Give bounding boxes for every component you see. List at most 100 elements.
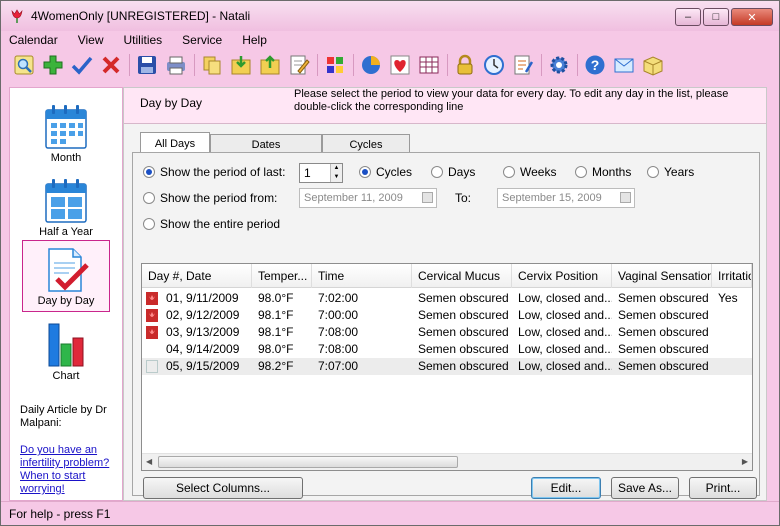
- print-button[interactable]: Print...: [689, 477, 757, 499]
- sidebar-item-label: Half a Year: [39, 226, 93, 238]
- unit-months-option[interactable]: Months: [575, 165, 631, 179]
- unit-weeks-label: Weeks: [520, 165, 557, 179]
- table-row[interactable]: 03, 9/13/2009 98.1°F 7:08:00 Semen obscu…: [142, 324, 752, 341]
- menu-calendar[interactable]: Calendar: [9, 33, 58, 47]
- delete-icon[interactable]: [100, 54, 122, 76]
- menu-utilities[interactable]: Utilities: [124, 33, 163, 47]
- tab-dates[interactable]: Dates: [210, 134, 322, 154]
- days-table[interactable]: Day #, Date Temper... Time Cervical Mucu…: [141, 263, 753, 471]
- save-as-button[interactable]: Save As...: [611, 477, 679, 499]
- table-row[interactable]: 04, 9/14/2009 98.0°F 7:08:00 Semen obscu…: [142, 341, 752, 358]
- menu-service[interactable]: Service: [182, 33, 222, 47]
- row-focus-icon: [146, 360, 158, 373]
- unit-days-option[interactable]: Days: [431, 165, 475, 179]
- unit-weeks-option[interactable]: Weeks: [503, 165, 556, 179]
- column-header-day-date[interactable]: Day #, Date: [142, 264, 252, 288]
- column-header-vaginal-sensation[interactable]: Vaginal Sensation: [612, 264, 712, 288]
- lock-icon[interactable]: [454, 54, 476, 76]
- edit-icon[interactable]: [288, 54, 310, 76]
- horizontal-scrollbar[interactable]: ◀ ▶: [142, 453, 752, 470]
- stepper-arrows[interactable]: ▲ ▼: [330, 164, 342, 182]
- search-icon[interactable]: [13, 54, 35, 76]
- to-label: To:: [455, 191, 472, 205]
- import-icon[interactable]: [230, 54, 252, 76]
- column-header-temperature[interactable]: Temper...: [252, 264, 312, 288]
- period-count-stepper[interactable]: 1 ▲ ▼: [299, 163, 343, 183]
- from-date-field[interactable]: September 11, 2009: [299, 188, 437, 208]
- navigation-sidebar: Month Half a Year Day by Day Chart Daily…: [9, 87, 123, 501]
- tab-all-days[interactable]: All Days: [140, 132, 210, 154]
- status-text: For help - press F1: [9, 506, 111, 521]
- scroll-left-icon[interactable]: ◀: [146, 457, 152, 466]
- to-date-field[interactable]: September 15, 2009: [497, 188, 635, 208]
- period-last-option[interactable]: Show the period of last:: [143, 165, 285, 179]
- cell-vaginal-sensation: Semen obscured: [618, 342, 709, 356]
- period-entire-label: Show the entire period: [160, 217, 281, 231]
- cell-vaginal-sensation: Semen obscured: [618, 325, 709, 339]
- sidebar-item-day-by-day[interactable]: Day by Day: [22, 240, 110, 312]
- period-last-radio[interactable]: [143, 166, 155, 178]
- daily-article-link[interactable]: Do you have an infertility problem? When…: [20, 444, 120, 496]
- mail-icon[interactable]: [613, 54, 635, 76]
- unit-months-radio[interactable]: [575, 166, 587, 178]
- sidebar-item-label: Month: [50, 152, 82, 164]
- check-icon[interactable]: [71, 54, 93, 76]
- heart-icon[interactable]: [389, 54, 411, 76]
- edit-button[interactable]: Edit...: [531, 477, 601, 499]
- save-icon[interactable]: [136, 54, 158, 76]
- menu-view[interactable]: View: [78, 33, 104, 47]
- export-icon[interactable]: [259, 54, 281, 76]
- cell-irritation: [712, 307, 752, 324]
- table-row-selected[interactable]: 05, 9/15/2009 98.2°F 7:07:00 Semen obscu…: [142, 358, 752, 375]
- sidebar-item-month[interactable]: Month: [22, 98, 110, 168]
- gear-icon[interactable]: [548, 54, 570, 76]
- box-icon[interactable]: [642, 54, 664, 76]
- calendar-dropdown-icon[interactable]: [422, 192, 433, 203]
- scrollbar-thumb[interactable]: [158, 456, 458, 468]
- clock-icon[interactable]: [483, 54, 505, 76]
- cell-time: 7:02:00: [318, 291, 359, 305]
- column-header-irritation[interactable]: Irritation: [712, 264, 752, 288]
- column-header-cervix-position[interactable]: Cervix Position: [512, 264, 612, 288]
- pie-chart-icon[interactable]: [360, 54, 382, 76]
- period-entire-radio[interactable]: [143, 218, 155, 230]
- notes-icon[interactable]: [512, 54, 534, 76]
- scroll-right-icon[interactable]: ▶: [742, 457, 748, 466]
- table-row[interactable]: 01, 9/11/2009 98.0°F 7:02:00 Semen obscu…: [142, 290, 752, 307]
- tab-cycles[interactable]: Cycles: [322, 134, 410, 154]
- table-row[interactable]: 02, 9/12/2009 98.1°F 7:00:00 Semen obscu…: [142, 307, 752, 324]
- unit-years-option[interactable]: Years: [647, 165, 694, 179]
- unit-cycles-option[interactable]: Cycles: [359, 165, 412, 179]
- sidebar-item-half-a-year[interactable]: Half a Year: [22, 172, 110, 242]
- print-icon[interactable]: [165, 54, 187, 76]
- color-icon[interactable]: [324, 54, 346, 76]
- help-icon[interactable]: ?: [584, 54, 606, 76]
- select-columns-button[interactable]: Select Columns...: [143, 477, 303, 499]
- unit-days-radio[interactable]: [431, 166, 443, 178]
- sidebar-item-chart[interactable]: Chart: [22, 316, 110, 386]
- unit-weeks-radio[interactable]: [503, 166, 515, 178]
- column-header-time[interactable]: Time: [312, 264, 412, 288]
- sidebar-item-label: Chart: [52, 370, 80, 382]
- cell-irritation: [712, 358, 752, 375]
- svg-text:?: ?: [591, 57, 600, 73]
- calendar-half-year-icon: [45, 179, 87, 223]
- calendar-dropdown-icon[interactable]: [620, 192, 631, 203]
- period-from-option[interactable]: Show the period from:: [143, 191, 277, 205]
- stepper-up-icon[interactable]: ▲: [331, 164, 342, 173]
- close-button[interactable]: ✕: [731, 8, 773, 26]
- stepper-down-icon[interactable]: ▼: [331, 173, 342, 182]
- minimize-button[interactable]: –: [675, 8, 701, 26]
- menu-help[interactable]: Help: [242, 33, 267, 47]
- period-entire-option[interactable]: Show the entire period: [143, 217, 280, 231]
- copy-icon[interactable]: [201, 54, 223, 76]
- grid-icon[interactable]: [418, 54, 440, 76]
- add-icon[interactable]: [42, 54, 64, 76]
- maximize-button[interactable]: □: [703, 8, 729, 26]
- column-header-cervical-mucus[interactable]: Cervical Mucus: [412, 264, 512, 288]
- period-from-radio[interactable]: [143, 192, 155, 204]
- unit-years-radio[interactable]: [647, 166, 659, 178]
- title-bar[interactable]: 4WomenOnly [UNREGISTERED] - Natali – □ ✕: [1, 1, 779, 31]
- unit-cycles-radio[interactable]: [359, 166, 371, 178]
- view-tabs: All Days Dates Cycles: [140, 132, 410, 154]
